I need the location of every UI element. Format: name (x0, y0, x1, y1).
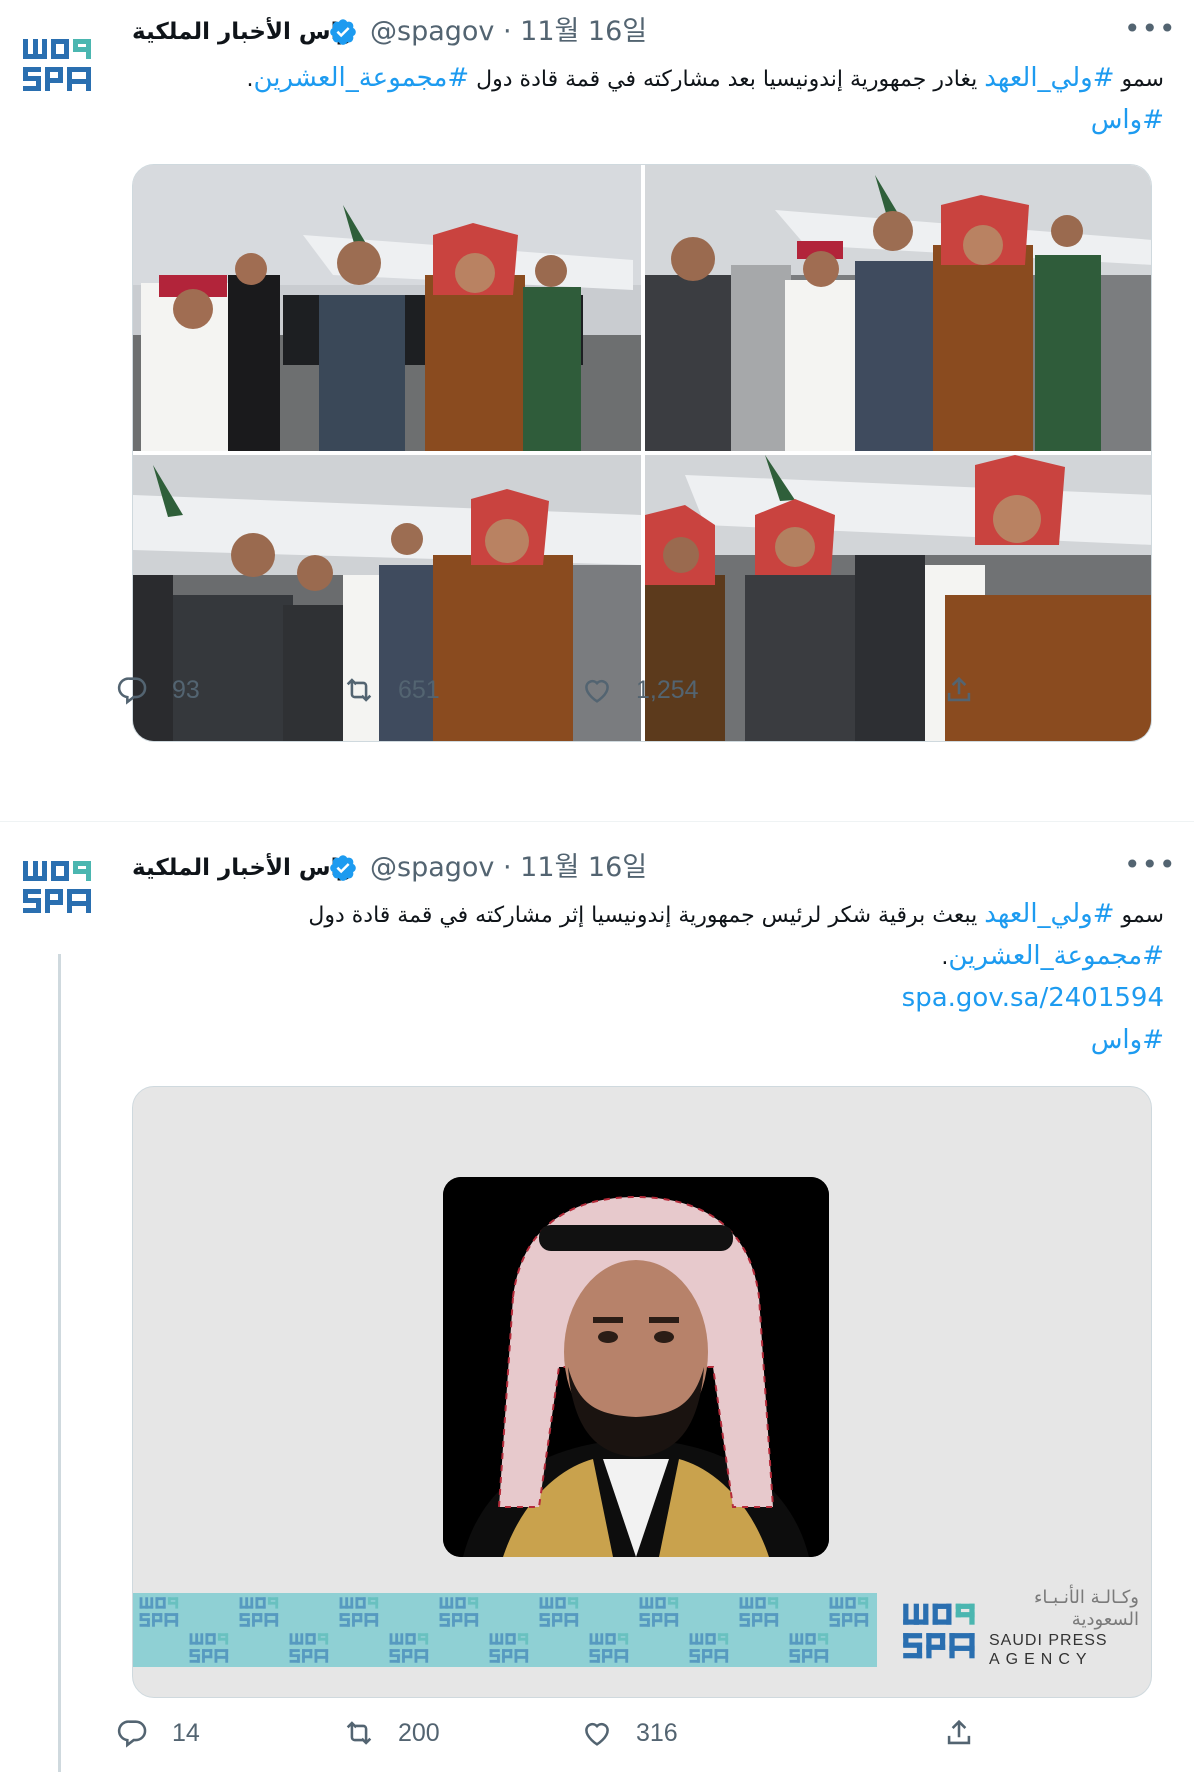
tweet[interactable]: واس الأخبار الملكية @spagov · 11월 16일 ••… (0, 822, 1194, 1772)
like-count: 316 (636, 1718, 678, 1747)
like-icon (580, 673, 614, 707)
author-handle-date[interactable]: @spagov · 11월 16일 (370, 12, 647, 52)
tweet-header: واس الأخبار الملكية @spagov · 11월 16일 ••… (132, 12, 1176, 52)
spa-wordmark: وكـالـة الأنـبـاء السعودية SAUDI PRESS A… (989, 1587, 1139, 1673)
reply-icon (116, 673, 150, 707)
verified-badge-icon (328, 17, 358, 47)
reply-count: 93 (172, 675, 200, 704)
tweet-header: واس الأخبار الملكية @spagov · 11월 16일 ••… (132, 848, 1176, 888)
tweet-actions: 14 200 316 (117, 1711, 992, 1755)
hashtag-link[interactable]: #واس (1091, 105, 1164, 135)
hashtag-link[interactable]: #ولي_العهد (984, 63, 1114, 93)
reply-count: 14 (172, 1718, 200, 1747)
photo-grid (132, 164, 1152, 742)
spa-banner (133, 1593, 877, 1667)
text-segment: يبعث برقية شكر لرئيس جمهورية إندونيسيا إ… (308, 903, 985, 928)
spa-logo (899, 1593, 983, 1669)
tweet-date: 11월 16일 (520, 16, 648, 47)
hashtag-link[interactable]: #ولي_العهد (984, 899, 1114, 929)
like-button[interactable]: 1,254 (580, 668, 699, 712)
photo-2[interactable] (645, 165, 1151, 451)
author-handle-date[interactable]: @spagov · 11월 16일 (370, 848, 647, 888)
retweet-count: 651 (398, 675, 440, 704)
hashtag-link[interactable]: #مجموعة_العشرين (253, 63, 469, 93)
thread-line (58, 954, 61, 1772)
text-segment: سمو (1114, 903, 1164, 928)
share-icon (942, 673, 976, 707)
author-name[interactable]: واس الأخبار الملكية (132, 848, 353, 888)
tweet-text: سمو #ولي_العهد يغادر جمهورية إندونيسيا ب… (132, 58, 1164, 142)
more-icon[interactable]: ••• (1124, 12, 1176, 52)
spa-logo-avatar[interactable] (14, 842, 104, 932)
author-handle: @spagov (370, 16, 495, 47)
share-button[interactable] (942, 1711, 976, 1755)
like-icon (580, 1716, 614, 1750)
reply-icon (116, 1716, 150, 1750)
spa-logo-avatar[interactable] (14, 20, 104, 110)
retweet-icon (342, 1716, 376, 1750)
hashtag-link[interactable]: #واس (1091, 1025, 1164, 1055)
photo-1[interactable] (133, 165, 641, 451)
text-segment: سمو (1114, 67, 1164, 92)
tweet-actions: 93 651 1,254 (117, 668, 992, 712)
text-segment: يغادر جمهورية إندونيسيا بعد مشاركته في ق… (469, 67, 985, 92)
more-icon[interactable]: ••• (1124, 848, 1176, 888)
reply-button[interactable]: 14 (116, 1711, 200, 1755)
spa-brand-ar-line1: وكـالـة الأنـبـاء (1033, 1587, 1139, 1608)
spa-brand-en-line1: SAUDI PRESS (989, 1632, 1108, 1649)
retweet-icon (342, 673, 376, 707)
spa-brand-ar-line2: السعودية (1071, 1609, 1139, 1630)
like-button[interactable]: 316 (580, 1711, 678, 1755)
share-icon (942, 1716, 976, 1750)
verified-badge-icon (328, 853, 358, 883)
share-button[interactable] (942, 668, 976, 712)
tweet-text: سمو #ولي_العهد يبعث برقية شكر لرئيس جمهو… (132, 894, 1164, 1062)
retweet-count: 200 (398, 1718, 440, 1747)
tweet[interactable]: واس الأخبار الملكية @spagov · 11월 16일 ••… (0, 0, 1194, 822)
hashtag-link[interactable]: #مجموعة_العشرين (948, 941, 1164, 971)
author-name[interactable]: واس الأخبار الملكية (132, 12, 353, 52)
like-count: 1,254 (636, 675, 699, 704)
reply-button[interactable]: 93 (116, 668, 200, 712)
author-handle: @spagov (370, 852, 495, 883)
tweet-date: 11월 16일 (520, 852, 648, 883)
portrait-image (443, 1177, 829, 1557)
retweet-button[interactable]: 200 (342, 1711, 440, 1755)
link-card[interactable]: وكـالـة الأنـبـاء السعودية SAUDI PRESS A… (132, 1086, 1152, 1698)
spa-brand-en-line2: AGENCY (989, 1651, 1093, 1668)
retweet-button[interactable]: 651 (342, 668, 440, 712)
url-link[interactable]: spa.gov.sa/2401594 (902, 983, 1164, 1013)
